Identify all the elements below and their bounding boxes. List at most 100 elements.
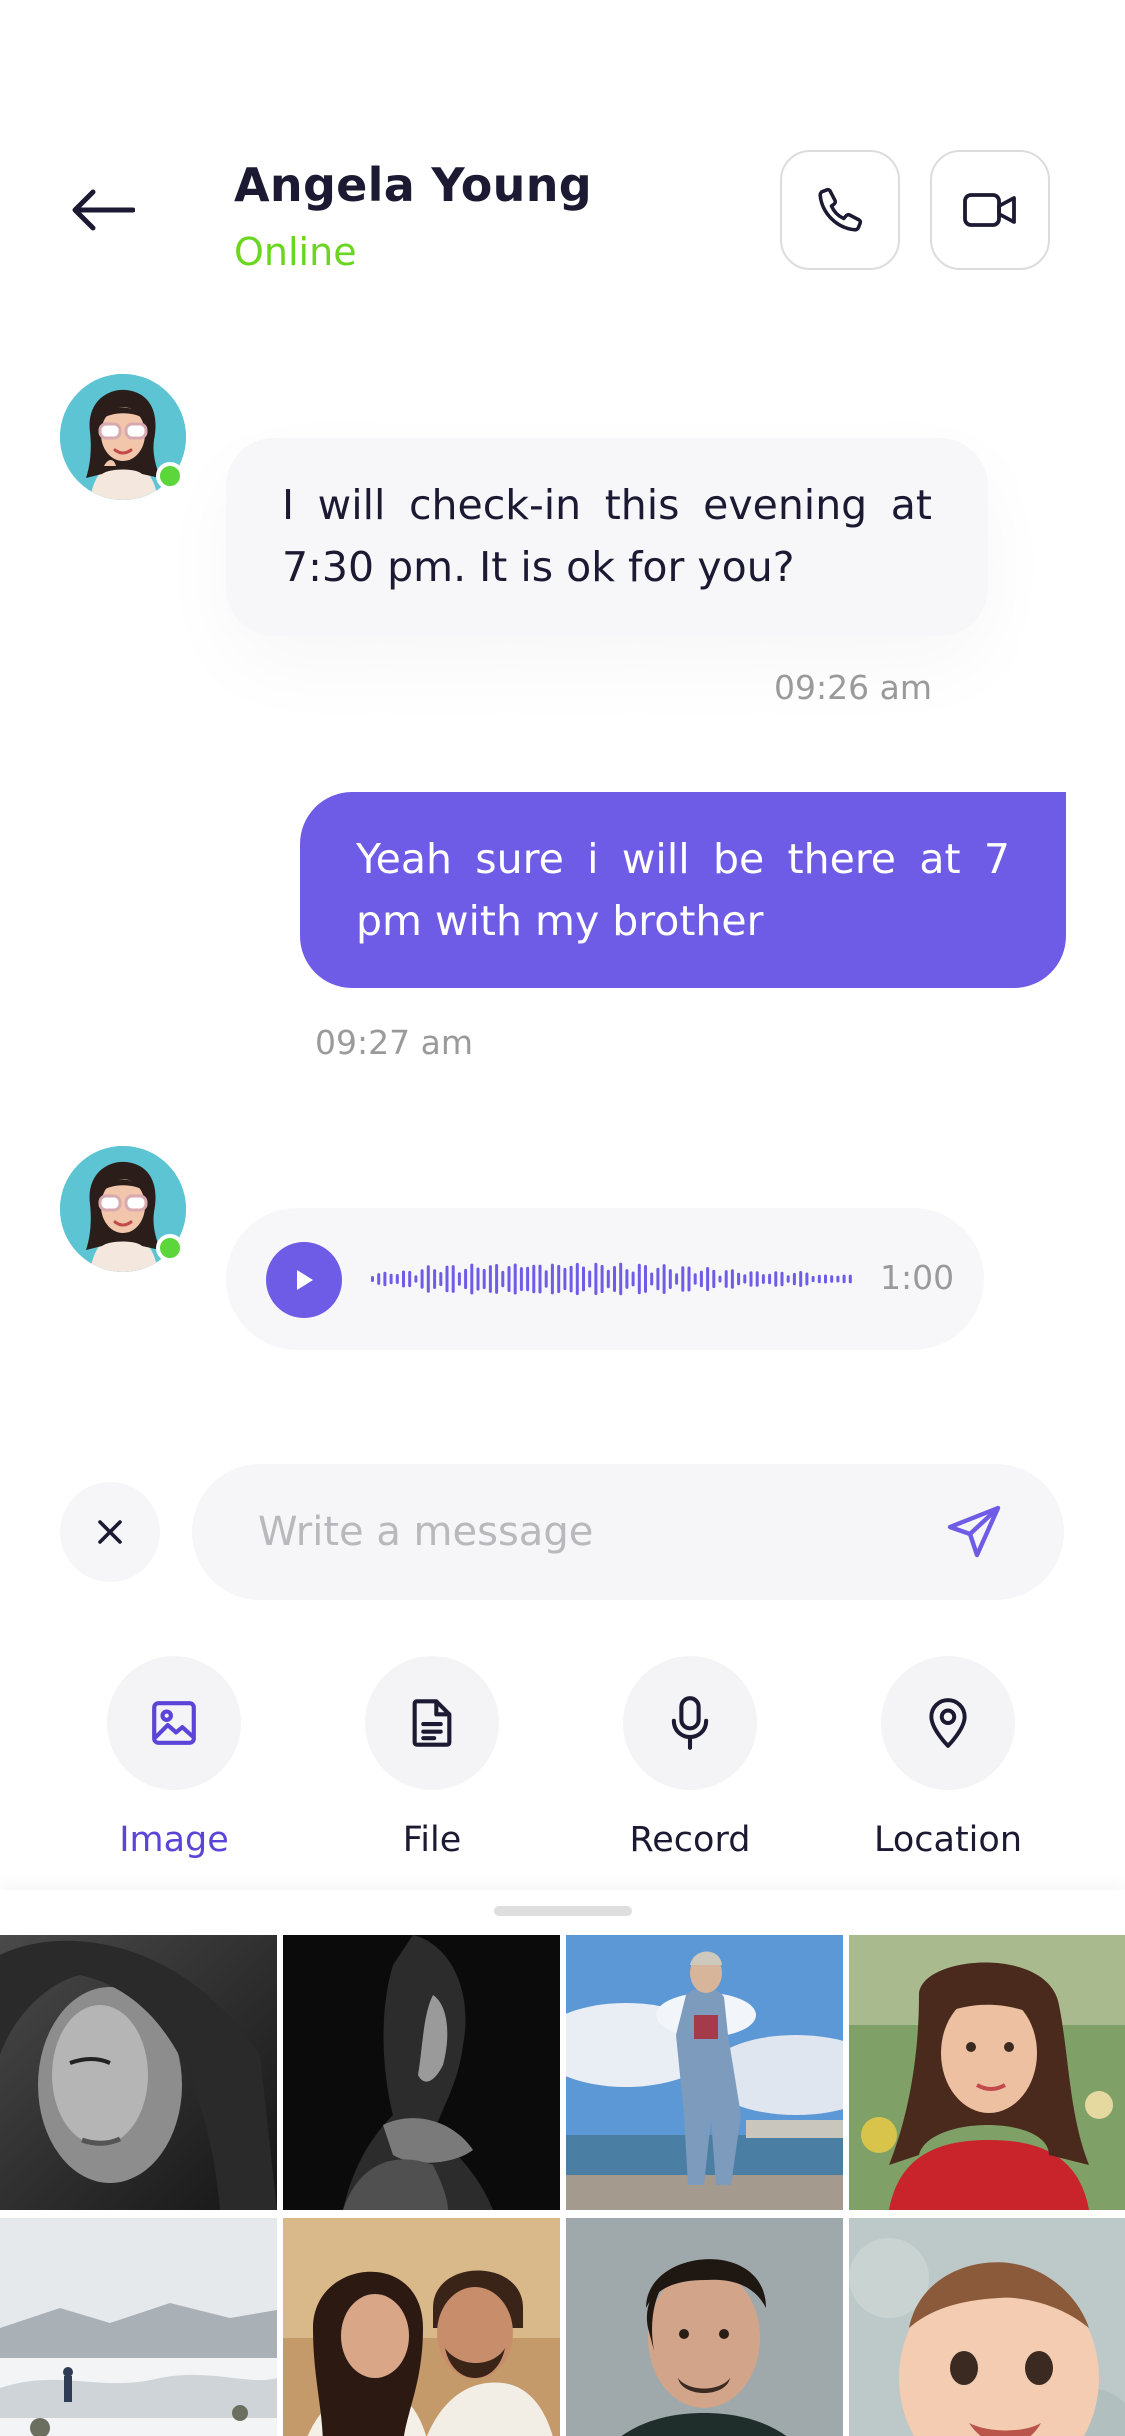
gallery-photo[interactable] [283,1935,560,2210]
waveform-bar [488,1265,492,1293]
waveform-bar [550,1263,554,1295]
waveform-bar [656,1267,660,1291]
send-icon [947,1505,1001,1558]
message-text: I will check-in this evening at 7:30 pm.… [282,481,932,591]
waveform-bar [383,1271,387,1287]
waveform-bar [780,1271,784,1287]
back-button[interactable] [66,180,140,240]
waveform-bar [737,1272,741,1286]
audio-waveform[interactable] [371,1238,855,1320]
waveform-bar [761,1274,765,1284]
gallery-photo[interactable] [849,1935,1125,2210]
waveform-bar [743,1274,747,1284]
waveform-bar [662,1264,666,1294]
waveform-bar [824,1274,827,1284]
waveform-bar [606,1269,610,1289]
play-icon [297,1270,313,1290]
waveform-bar [817,1274,821,1284]
waveform-bar [786,1275,790,1283]
waveform-bar [650,1272,654,1286]
video-call-button[interactable] [930,150,1050,270]
waveform-bar [519,1267,523,1291]
gallery-photo[interactable] [0,2218,277,2436]
waveform-bar [575,1262,579,1296]
online-indicator [156,1234,184,1262]
waveform-bar [457,1272,461,1286]
waveform-bar [451,1265,455,1293]
contact-avatar[interactable] [60,1146,186,1272]
waveform-bar [755,1271,759,1287]
waveform-bar [395,1274,399,1284]
waveform-bar [706,1267,710,1291]
voice-message: 1:00 [226,1208,984,1350]
message-input[interactable] [258,1494,898,1570]
waveform-bar [389,1273,393,1285]
gallery-photo[interactable] [566,2218,843,2436]
attach-image-button[interactable]: Image [64,1656,284,1860]
waveform-bar [426,1265,430,1293]
attach-file-button[interactable]: File [322,1656,542,1860]
waveform-bar [470,1263,474,1295]
waveform-bar [482,1268,486,1290]
send-button[interactable] [932,1490,1016,1574]
arrow-left-icon [72,189,135,231]
waveform-bar [476,1267,480,1291]
waveform-bar [563,1267,567,1291]
waveform-bar [730,1269,734,1289]
close-attachments-button[interactable] [60,1482,160,1582]
close-icon [98,1520,122,1544]
attach-record-button[interactable]: Record [580,1656,800,1860]
attach-label: Location [873,1820,1023,1860]
contact-name: Angela Young [234,158,593,212]
waveform-bar [433,1269,437,1289]
play-button[interactable] [266,1242,342,1318]
waveform-bar [513,1263,517,1295]
waveform-bar [538,1264,542,1294]
waveform-bar [699,1270,703,1288]
waveform-bar [414,1275,418,1283]
waveform-bar [848,1274,852,1284]
message-text: Yeah sure i will be there at 7 pm with m… [356,835,1010,945]
waveform-bar [668,1269,672,1289]
gallery-photo[interactable] [849,2218,1125,2436]
gallery-photo[interactable] [0,1935,277,2210]
waveform-bar [420,1269,424,1289]
contact-avatar[interactable] [60,374,186,500]
waveform-bar [445,1265,449,1293]
waveform-bar [749,1271,753,1287]
waveform-bar [588,1270,592,1288]
location-pin-icon [929,1698,967,1748]
call-button[interactable] [780,150,900,270]
message-bubble-incoming[interactable]: I will check-in this evening at 7:30 pm.… [226,438,988,636]
voice-duration: 1:00 [880,1258,955,1297]
phone-icon [818,187,863,232]
attach-location-button[interactable]: Location [838,1656,1058,1860]
file-icon [412,1699,452,1747]
waveform-bar [693,1273,697,1285]
message-bubble-outgoing[interactable]: Yeah sure i will be there at 7 pm with m… [300,792,1066,988]
waveform-bar [836,1275,840,1283]
waveform-bar [724,1270,728,1288]
photo-gallery [0,1935,1125,2436]
waveform-bar [402,1270,405,1288]
waveform-bar [526,1266,530,1292]
drag-handle[interactable] [494,1906,632,1916]
gallery-photo[interactable] [566,1935,843,2210]
waveform-bar [768,1273,772,1285]
waveform-bar [644,1265,647,1293]
waveform-bar [631,1271,635,1287]
waveform-bar [582,1266,585,1292]
video-camera-icon [963,193,1016,227]
message-composer [192,1464,1064,1600]
waveform-bar [501,1270,505,1288]
waveform-bar [557,1264,561,1294]
gallery-photo[interactable] [283,2218,560,2436]
attach-label: Record [629,1820,751,1860]
waveform-bar [464,1268,468,1290]
waveform-bar [532,1264,536,1294]
waveform-bar [799,1271,803,1287]
waveform-bar [613,1266,616,1292]
waveform-bar [805,1272,809,1286]
waveform-bar [687,1266,691,1292]
waveform-bar [594,1262,598,1296]
